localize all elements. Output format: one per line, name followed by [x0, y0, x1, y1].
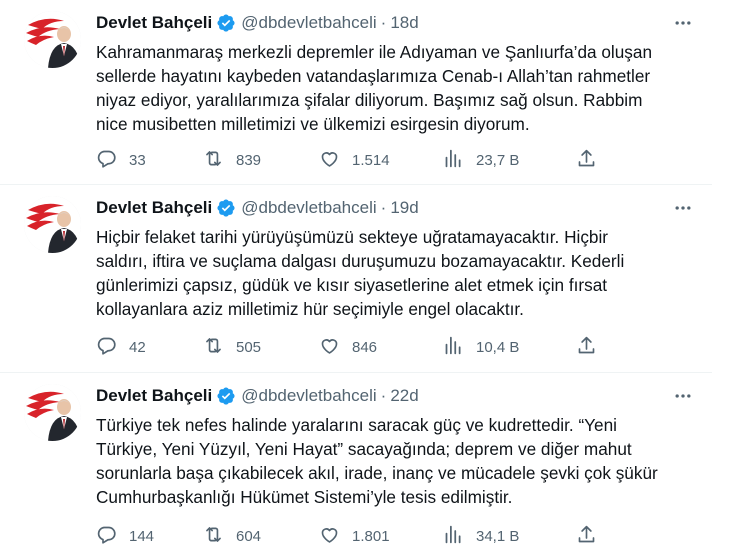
author-name[interactable]: Devlet Bahçeli — [96, 13, 212, 33]
more-icon[interactable] — [670, 386, 696, 406]
views-icon — [443, 524, 464, 549]
avatar[interactable] — [24, 384, 81, 441]
retweet-icon — [203, 524, 224, 549]
tweet[interactable]: Devlet Bahçeli @dbdevletbahceli · 19d Hi… — [0, 185, 712, 373]
tweet-feed: Devlet Bahçeli @dbdevletbahceli · 18d Ka… — [0, 0, 740, 555]
tweet[interactable]: Devlet Bahçeli @dbdevletbahceli · 18d Ka… — [0, 0, 712, 185]
separator-dot: · — [380, 386, 387, 405]
views-count: 10,4 B — [476, 338, 520, 356]
more-icon[interactable] — [670, 13, 696, 33]
avatar[interactable] — [24, 11, 81, 68]
verified-badge-icon — [216, 13, 236, 33]
action-bar: 42 505 846 10,4 B — [96, 335, 616, 359]
like-count: 846 — [352, 338, 378, 356]
avatar[interactable] — [24, 196, 81, 253]
retweet-count: 604 — [236, 527, 262, 545]
author-name[interactable]: Devlet Bahçeli — [96, 386, 212, 406]
author-handle[interactable]: @dbdevletbahceli — [241, 198, 376, 218]
reply-count: 144 — [129, 527, 155, 545]
views-count: 34,1 B — [476, 527, 520, 545]
reply-button[interactable]: 33 — [96, 148, 146, 172]
tweet-header: Devlet Bahçeli @dbdevletbahceli · 18d — [96, 12, 419, 34]
share-button[interactable] — [576, 148, 597, 172]
timestamp[interactable]: 19d — [390, 198, 418, 218]
action-bar: 33 839 1.514 23,7 B — [96, 148, 616, 172]
views-button[interactable]: 34,1 B — [443, 524, 519, 548]
reply-button[interactable]: 42 — [96, 335, 146, 359]
reply-icon — [96, 524, 117, 549]
share-button[interactable] — [576, 335, 597, 359]
separator-dot: · — [380, 13, 387, 32]
verified-badge-icon — [216, 198, 236, 218]
like-button[interactable]: 1.514 — [319, 148, 390, 172]
views-icon — [443, 148, 464, 173]
tweet[interactable]: Devlet Bahçeli @dbdevletbahceli · 22d Tü… — [0, 373, 712, 555]
views-button[interactable]: 10,4 B — [443, 335, 519, 359]
reply-button[interactable]: 144 — [96, 524, 154, 548]
author-handle[interactable]: @dbdevletbahceli — [241, 386, 376, 406]
author-name[interactable]: Devlet Bahçeli — [96, 198, 212, 218]
tweet-header: Devlet Bahçeli @dbdevletbahceli · 22d — [96, 385, 419, 407]
like-icon — [319, 148, 340, 173]
views-button[interactable]: 23,7 B — [443, 148, 519, 172]
timestamp[interactable]: 22d — [390, 386, 418, 406]
more-icon[interactable] — [670, 198, 696, 218]
avatar-emblem — [24, 11, 81, 68]
retweet-icon — [203, 335, 224, 360]
like-button[interactable]: 1.801 — [319, 524, 390, 548]
tweet-text: Kahramanmaraş merkezli depremler ile Adı… — [96, 42, 652, 134]
avatar-emblem — [24, 196, 81, 253]
tweet-text: Hiçbir felaket tarihi yürüyüşümüzü sekte… — [96, 227, 625, 319]
retweet-button[interactable]: 604 — [203, 524, 261, 548]
share-button[interactable] — [576, 524, 597, 548]
action-bar: 144 604 1.801 34,1 B — [96, 524, 616, 548]
like-button[interactable]: 846 — [319, 335, 377, 359]
share-icon — [576, 524, 597, 549]
separator-dot: · — [380, 198, 387, 217]
verified-badge-icon — [216, 386, 236, 406]
reply-count: 33 — [129, 151, 146, 169]
reply-icon — [96, 148, 117, 173]
author-handle[interactable]: @dbdevletbahceli — [241, 13, 376, 33]
share-icon — [576, 335, 597, 360]
like-count: 1.514 — [352, 151, 390, 169]
views-count: 23,7 B — [476, 151, 520, 169]
like-icon — [319, 524, 340, 549]
retweet-count: 839 — [236, 151, 262, 169]
like-icon — [319, 335, 340, 360]
views-icon — [443, 335, 464, 360]
like-count: 1.801 — [352, 527, 390, 545]
retweet-count: 505 — [236, 338, 262, 356]
share-icon — [576, 148, 597, 173]
tweet-text: Türkiye tek nefes halinde yaralarını sar… — [96, 415, 658, 507]
reply-count: 42 — [129, 338, 146, 356]
tweet-header: Devlet Bahçeli @dbdevletbahceli · 19d — [96, 197, 419, 219]
timestamp[interactable]: 18d — [390, 13, 418, 33]
avatar-emblem — [24, 384, 81, 441]
retweet-button[interactable]: 505 — [203, 335, 261, 359]
retweet-icon — [203, 148, 224, 173]
retweet-button[interactable]: 839 — [203, 148, 261, 172]
reply-icon — [96, 335, 117, 360]
